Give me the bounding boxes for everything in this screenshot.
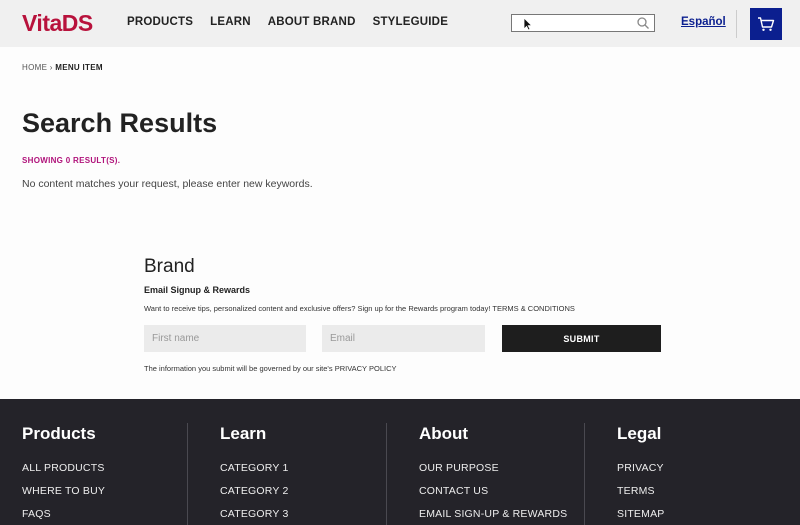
email-field[interactable]: [322, 325, 485, 352]
footer-link[interactable]: OUR PURPOSE: [419, 462, 499, 474]
page-title: Search Results: [22, 108, 218, 138]
search-input[interactable]: [516, 17, 636, 33]
footer-divider: [584, 423, 585, 525]
footer-heading: About: [419, 424, 469, 443]
nav-learn[interactable]: LEARN: [210, 16, 251, 28]
footer-link[interactable]: FAQS: [22, 508, 51, 520]
footer-link[interactable]: ALL PRODUCTS: [22, 462, 105, 474]
language-link[interactable]: Español: [681, 16, 726, 28]
cart-icon: [758, 17, 775, 31]
breadcrumb-home[interactable]: HOME: [22, 63, 47, 72]
footer-link[interactable]: SITEMAP: [617, 508, 665, 520]
footer-link[interactable]: WHERE TO BUY: [22, 485, 105, 497]
footer-heading: Learn: [220, 424, 267, 443]
main-nav: PRODUCTS LEARN ABOUT BRAND STYLEGUIDE: [127, 16, 448, 28]
nav-styleguide[interactable]: STYLEGUIDE: [373, 16, 448, 28]
no-results-message: No content matches your request, please …: [22, 178, 313, 190]
cart-button[interactable]: [750, 8, 782, 40]
footer-heading: Products: [22, 424, 96, 443]
breadcrumb: HOME › MENU ITEM: [22, 63, 103, 72]
signup-title: Email Signup & Rewards: [144, 285, 251, 295]
breadcrumb-separator: ›: [49, 63, 53, 72]
footer-link[interactable]: CATEGORY 1: [220, 462, 289, 474]
footer-divider: [187, 423, 188, 525]
logo[interactable]: VitaDS: [22, 10, 93, 37]
footer-link[interactable]: CATEGORY 3: [220, 508, 289, 520]
site-header: VitaDS PRODUCTS LEARN ABOUT BRAND STYLEG…: [0, 0, 800, 47]
first-name-field[interactable]: [144, 325, 306, 352]
footer-link[interactable]: CATEGORY 2: [220, 485, 289, 497]
search-icon[interactable]: [636, 16, 650, 30]
footer-heading: Legal: [617, 424, 662, 443]
submit-button[interactable]: SUBMIT: [502, 325, 661, 352]
nav-products[interactable]: PRODUCTS: [127, 16, 193, 28]
footer-link[interactable]: PRIVACY: [617, 462, 664, 474]
breadcrumb-current: MENU ITEM: [55, 63, 103, 72]
results-count: SHOWING 0 RESULT(S).: [22, 156, 121, 165]
site-footer: Products ALL PRODUCTS WHERE TO BUY FAQS …: [0, 399, 800, 525]
signup-description: Want to receive tips, personalized conte…: [144, 304, 575, 313]
footer-link[interactable]: TERMS: [617, 485, 655, 497]
footer-link[interactable]: EMAIL SIGN-UP & REWARDS: [419, 508, 567, 520]
nav-about-brand[interactable]: ABOUT BRAND: [268, 16, 356, 28]
footer-link[interactable]: CONTACT US: [419, 485, 488, 497]
footer-divider: [386, 423, 387, 525]
mouse-cursor-icon: [523, 17, 533, 31]
header-divider: [736, 10, 737, 38]
privacy-note: The information you submit will be gover…: [144, 364, 397, 373]
signup-brand-title: Brand: [144, 256, 195, 277]
